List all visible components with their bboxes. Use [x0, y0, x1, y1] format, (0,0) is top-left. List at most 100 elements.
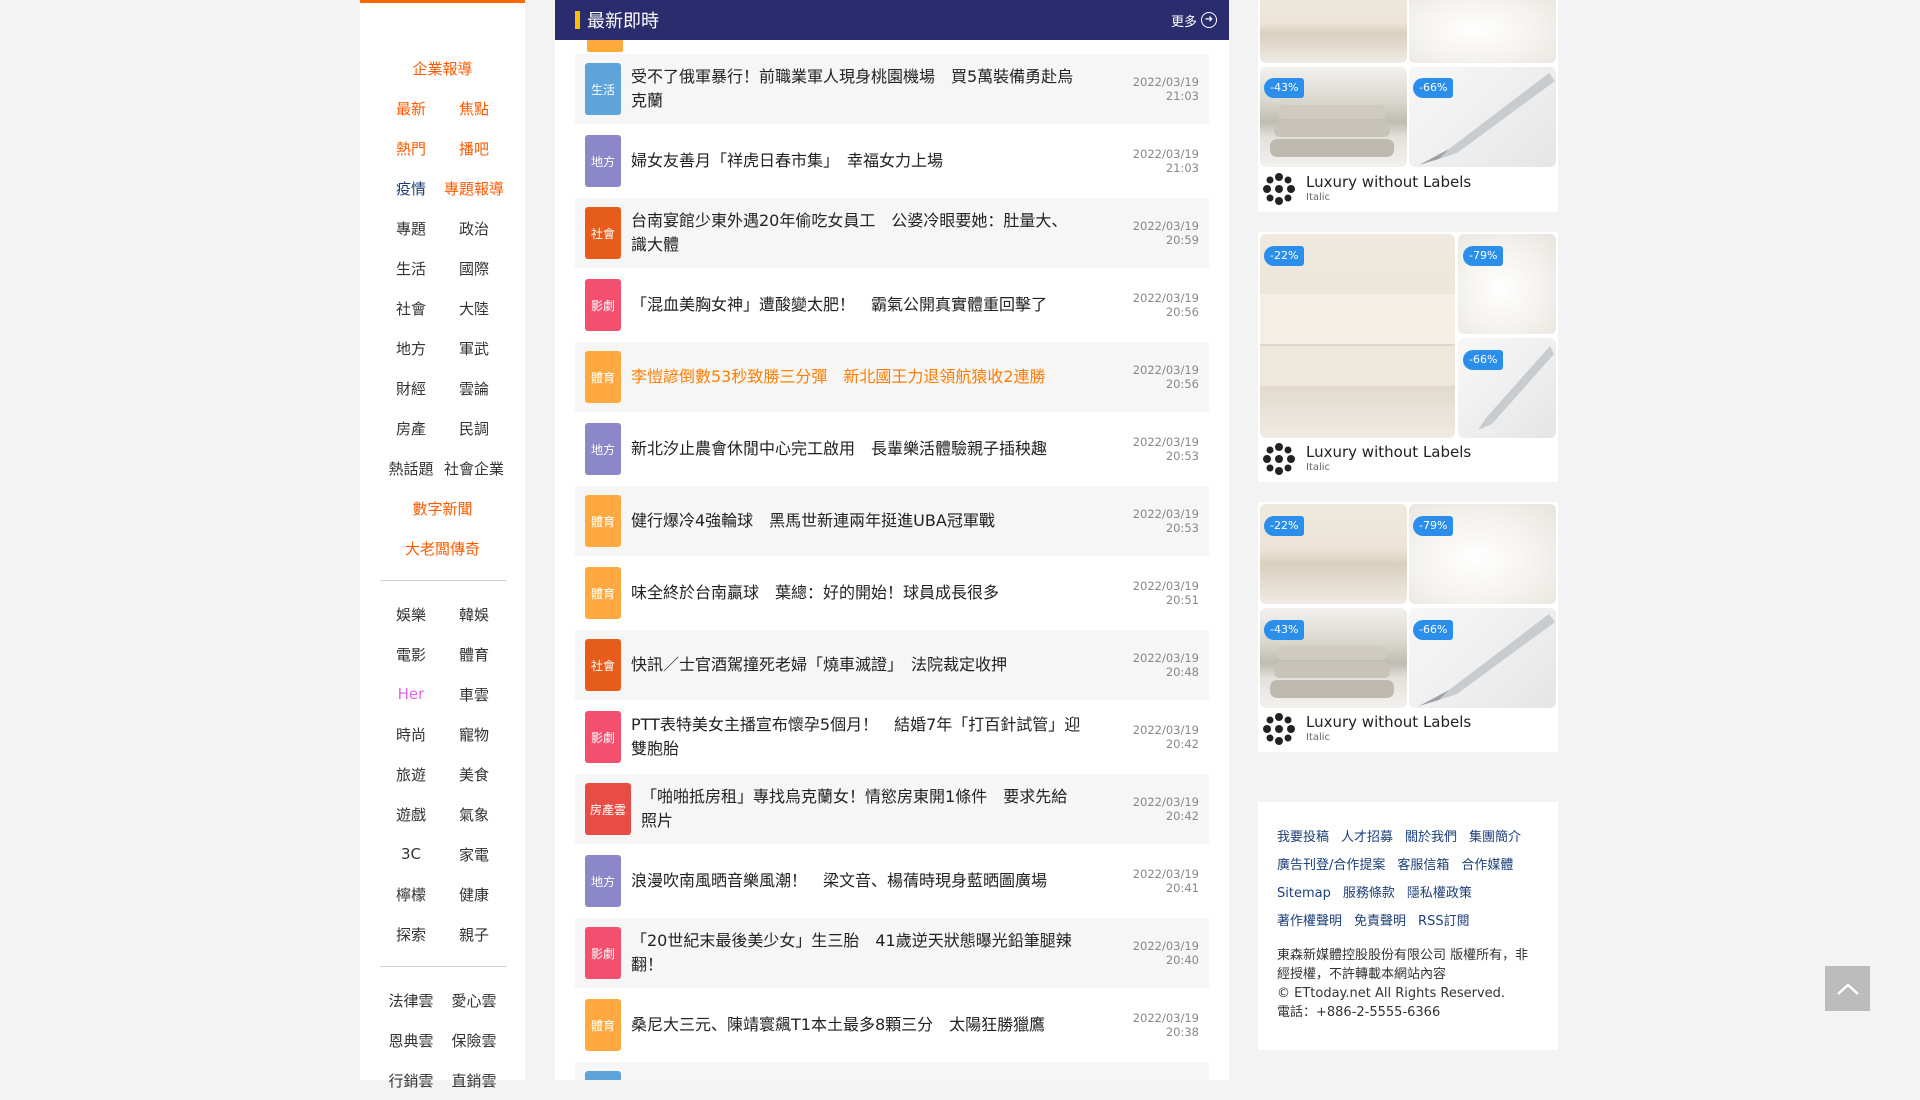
news-row[interactable]: 地方 新北汐止農會休閒中心完工啟用 長輩樂活體驗親子插秧趣 2022/03/19 2… — [575, 414, 1209, 484]
news-headline-link[interactable]: PTT表特美女主播宣布懷孕5個月！ 結婚7年「打百針試管」迎雙胞胎 — [631, 713, 1099, 761]
nav-link[interactable]: 娛樂 — [380, 604, 443, 625]
nav-link[interactable]: 時尚 — [380, 724, 443, 745]
category-tag[interactable]: 體育 — [585, 495, 621, 547]
news-headline-link[interactable]: 「啪啪抵房租」專找烏克蘭女！情慾房東開1條件 要求先給照片 — [641, 785, 1099, 833]
nav-link[interactable]: 專題報導 — [443, 178, 506, 199]
nav-link[interactable]: 數字新聞 — [380, 498, 506, 519]
news-headline-link[interactable]: 快訊／士官酒駕撞死老婦「燒車滅證」 法院裁定收押 — [631, 653, 1099, 677]
nav-link[interactable]: 社會 — [380, 298, 443, 319]
product-ad[interactable]: -43% -66% Luxury without Labels Italic — [1258, 0, 1558, 212]
footer-link[interactable]: 免責聲明 — [1354, 914, 1406, 929]
nav-link[interactable]: 體育 — [443, 644, 506, 665]
footer-link[interactable]: 合作媒體 — [1461, 858, 1513, 873]
nav-link[interactable]: 大陸 — [443, 298, 506, 319]
nav-link[interactable]: 財經 — [380, 378, 443, 399]
product-ad[interactable]: ✕ -22% -79% -43% -66% Luxury without Lab… — [1258, 502, 1558, 752]
category-tag[interactable]: 體育 — [585, 351, 621, 403]
news-headline-link[interactable]: 浪漫吹南風晒音樂風潮！ 梁文音、楊蒨時現身藍晒圖廣場 — [631, 869, 1099, 893]
category-tag[interactable]: 生活 — [585, 1071, 621, 1080]
news-row[interactable]: 體育 李愷諺倒數53秒致勝三分彈 新北國王力退領航猿收2連勝 2022/03/19 … — [575, 342, 1209, 412]
footer-link[interactable]: RSS訂閱 — [1418, 914, 1470, 929]
news-row[interactable]: 社會 快訊／士官酒駕撞死老婦「燒車滅證」 法院裁定收押 2022/03/19 20:… — [575, 630, 1209, 700]
nav-link[interactable]: Her — [380, 685, 443, 703]
category-tag[interactable]: 社會 — [585, 207, 621, 259]
nav-link[interactable]: 健康 — [443, 884, 506, 905]
nav-link[interactable]: 政治 — [443, 218, 506, 239]
product-ad[interactable]: ✕ -22% -79% -66% Luxury without Labels I… — [1258, 232, 1558, 482]
footer-link[interactable]: 集團簡介 — [1469, 830, 1521, 845]
nav-link[interactable]: 家電 — [443, 844, 506, 865]
nav-link[interactable]: 直銷雲 — [443, 1070, 506, 1091]
nav-link[interactable]: 恩典雲 — [380, 1030, 443, 1051]
nav-link[interactable]: 檸檬 — [380, 884, 443, 905]
nav-link[interactable]: 法律雲 — [380, 990, 443, 1011]
nav-link[interactable]: 氣象 — [443, 804, 506, 825]
nav-link[interactable]: 雲論 — [443, 378, 506, 399]
news-row[interactable]: 地方 浪漫吹南風晒音樂風潮！ 梁文音、楊蒨時現身藍晒圖廣場 2022/03/19 2… — [575, 846, 1209, 916]
nav-link[interactable]: 行銷雲 — [380, 1070, 443, 1091]
news-row[interactable]: 影劇 「混血美胸女神」遭酸變太肥！ 霸氣公開真實體重回擊了 2022/03/19 2… — [575, 270, 1209, 340]
news-headline-link[interactable]: 桑尼大三元、陳靖寰飆T1本土最多8顆三分 太陽狂勝獵鷹 — [631, 1013, 1099, 1037]
category-tag[interactable]: 影劇 — [585, 711, 621, 763]
footer-link[interactable]: 服務條款 — [1343, 886, 1395, 901]
nav-link[interactable]: 房產 — [380, 418, 443, 439]
nav-link[interactable]: 大老闆傳奇 — [380, 538, 506, 559]
nav-link[interactable]: 保險雲 — [443, 1030, 506, 1051]
news-row[interactable]: 體育 桑尼大三元、陳靖寰飆T1本土最多8顆三分 太陽狂勝獵鷹 2022/03/19 … — [575, 990, 1209, 1060]
category-tag[interactable]: 影劇 — [585, 927, 621, 979]
news-row[interactable]: 生活他買燒臘被撞開插隊！調皮反制讓「大姐當場怒瞪」 結局超2022/03/19 … — [575, 1062, 1209, 1080]
nav-link[interactable]: 遊戲 — [380, 804, 443, 825]
ad-brand-footer[interactable]: Luxury without Labels Italic — [1258, 170, 1471, 208]
nav-link[interactable]: 3C — [380, 845, 443, 863]
nav-link[interactable]: 專題 — [380, 218, 443, 239]
nav-link[interactable]: 播吧 — [443, 138, 506, 159]
news-headline-link[interactable]: 李愷諺倒數53秒致勝三分彈 新北國王力退領航猿收2連勝 — [631, 365, 1099, 389]
news-row[interactable]: 影劇 「20世紀末最後美少女」生三胎 41歲逆天狀態曝光鉛筆腿辣翻！ 2022/03… — [575, 918, 1209, 988]
nav-link[interactable]: 車雲 — [443, 684, 506, 705]
nav-link[interactable]: 國際 — [443, 258, 506, 279]
news-headline-link[interactable]: 健行爆冷4強輪球 黑馬世新連兩年挺進UBA冠軍戰 — [631, 509, 1099, 533]
footer-link[interactable]: 隱私權政策 — [1407, 886, 1472, 901]
category-tag[interactable]: 地方 — [585, 135, 621, 187]
nav-link[interactable]: 美食 — [443, 764, 506, 785]
more-link[interactable]: 更多 ➜ — [1171, 11, 1217, 30]
ceramic-mug-image[interactable] — [1409, 0, 1556, 63]
nav-link[interactable]: 親子 — [443, 924, 506, 945]
nav-link[interactable]: 韓娛 — [443, 604, 506, 625]
nav-link[interactable]: 最新 — [380, 98, 443, 119]
news-row[interactable]: 生活 受不了俄軍暴行！前職業軍人現身桃園機場 買5萬裝備勇赴烏克蘭 2022/03/… — [575, 54, 1209, 124]
nav-link[interactable]: 生活 — [380, 258, 443, 279]
nav-link[interactable]: 寵物 — [443, 724, 506, 745]
news-headline-link[interactable]: 台南宴館少東外遇20年偷吃女員工 公婆冷眼要她：肚量大、識大體 — [631, 209, 1099, 257]
nav-link[interactable]: 地方 — [380, 338, 443, 359]
category-tag[interactable]: 社會 — [585, 639, 621, 691]
footer-link[interactable]: 我要投稿 — [1277, 830, 1329, 845]
category-tag[interactable]: 體育 — [585, 999, 621, 1051]
category-tag[interactable]: 地方 — [585, 423, 621, 475]
nav-link[interactable]: 探索 — [380, 924, 443, 945]
news-headline-link[interactable]: 「20世紀末最後美少女」生三胎 41歲逆天狀態曝光鉛筆腿辣翻！ — [631, 929, 1099, 977]
nav-link[interactable]: 民調 — [443, 418, 506, 439]
footer-link[interactable]: 著作權聲明 — [1277, 914, 1342, 929]
ad-brand-footer[interactable]: Luxury without Labels Italic — [1258, 710, 1471, 748]
news-headline-link[interactable]: 新北汐止農會休閒中心完工啟用 長輩樂活體驗親子插秧趣 — [631, 437, 1099, 461]
news-row[interactable]: 影劇 PTT表特美女主播宣布懷孕5個月！ 結婚7年「打百針試管」迎雙胞胎 2022/… — [575, 702, 1209, 772]
footer-link[interactable]: 客服信箱 — [1397, 858, 1449, 873]
category-tag[interactable]: 房產雲 — [585, 783, 632, 835]
news-headline-link[interactable]: 婦女友善月「祥虎日春市集」 幸福女力上場 — [631, 149, 1099, 173]
nav-link[interactable]: 熱話題 — [380, 458, 443, 479]
nav-link[interactable]: 熱門 — [380, 138, 443, 159]
towel-stack-image[interactable] — [1260, 0, 1407, 63]
news-row[interactable]: 房產雲 「啪啪抵房租」專找烏克蘭女！情慾房東開1條件 要求先給照片 2022/03/… — [575, 774, 1209, 844]
category-tag[interactable]: 地方 — [585, 855, 621, 907]
news-row[interactable]: 社會 台南宴館少東外遇20年偷吃女員工 公婆冷眼要她：肚量大、識大體 2022/03… — [575, 198, 1209, 268]
footer-link[interactable]: 關於我們 — [1405, 830, 1457, 845]
nav-link[interactable]: 軍武 — [443, 338, 506, 359]
back-to-top-button[interactable] — [1825, 966, 1870, 1011]
news-headline-link[interactable]: 「混血美胸女神」遭酸變太肥！ 霸氣公開真實體重回擊了 — [631, 293, 1099, 317]
nav-link[interactable]: 企業報導 — [380, 58, 506, 79]
footer-link[interactable]: Sitemap — [1277, 886, 1331, 901]
news-headline-link[interactable]: 受不了俄軍暴行！前職業軍人現身桃園機場 買5萬裝備勇赴烏克蘭 — [631, 65, 1099, 113]
footer-link[interactable]: 人才招募 — [1341, 830, 1393, 845]
nav-link[interactable]: 疫情 — [380, 178, 443, 199]
